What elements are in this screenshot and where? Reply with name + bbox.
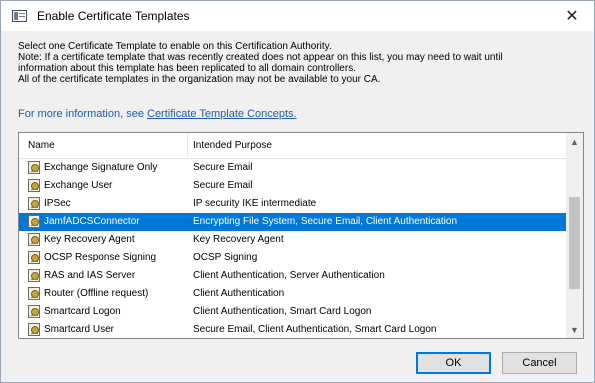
enable-certificate-templates-dialog: Enable Certificate Templates ✕ Select on… xyxy=(0,0,595,383)
certificate-icon xyxy=(28,215,40,228)
more-info: For more information, see Certificate Te… xyxy=(18,108,297,120)
template-intended-purpose: Client Authentication xyxy=(193,288,285,299)
template-name: OCSP Response Signing xyxy=(44,252,157,263)
column-header-intended-purpose[interactable]: Intended Purpose xyxy=(193,140,272,151)
title-bar: Enable Certificate Templates ✕ xyxy=(1,1,594,31)
certificate-template-list[interactable]: Name Intended Purpose Exchange Signature… xyxy=(18,132,584,339)
table-row[interactable]: OCSP Response Signing OCSP Signing xyxy=(19,249,566,267)
template-name: Exchange Signature Only xyxy=(44,162,158,173)
template-intended-purpose: OCSP Signing xyxy=(193,252,258,263)
template-name: JamfADCSConnector xyxy=(44,216,140,227)
certificate-template-concepts-link[interactable]: Certificate Template Concepts. xyxy=(147,108,297,120)
template-intended-purpose: Key Recovery Agent xyxy=(193,234,284,245)
instruction-line: Note: If a certificate template that was… xyxy=(18,52,503,63)
certificate-icon xyxy=(28,197,40,210)
template-intended-purpose: Client Authentication, Smart Card Logon xyxy=(193,306,372,317)
window-icon xyxy=(12,10,27,22)
instruction-line: Select one Certificate Template to enabl… xyxy=(18,41,332,52)
template-name: Smartcard Logon xyxy=(44,306,121,317)
template-name: Key Recovery Agent xyxy=(44,234,135,245)
table-row[interactable]: IPSec IP security IKE intermediate xyxy=(19,195,566,213)
cancel-button[interactable]: Cancel xyxy=(502,352,577,374)
table-row[interactable]: Key Recovery Agent Key Recovery Agent xyxy=(19,231,566,249)
certificate-icon xyxy=(28,161,40,174)
window-title: Enable Certificate Templates xyxy=(37,9,190,23)
template-name: Smartcard User xyxy=(44,324,115,335)
table-row[interactable]: Router (Offline request) Client Authentic… xyxy=(19,285,566,303)
instruction-line: information about this template has been… xyxy=(18,63,356,74)
template-name: Router (Offline request) xyxy=(44,288,149,299)
certificate-icon xyxy=(28,287,40,300)
more-info-prefix: For more information, see xyxy=(18,108,147,120)
instruction-line: All of the certificate templates in the … xyxy=(18,74,381,85)
column-header-name[interactable]: Name xyxy=(28,140,55,151)
table-row[interactable]: RAS and IAS Server Client Authentication,… xyxy=(19,267,566,285)
ok-button[interactable]: OK xyxy=(416,352,491,374)
template-name: IPSec xyxy=(44,198,71,209)
close-icon[interactable]: ✕ xyxy=(550,1,594,31)
certificate-icon xyxy=(28,233,40,246)
list-header: Name Intended Purpose xyxy=(19,133,566,159)
scroll-down-icon[interactable]: ▼ xyxy=(566,321,583,338)
template-name: Exchange User xyxy=(44,180,113,191)
vertical-scrollbar[interactable]: ▲ ▼ xyxy=(566,133,583,338)
certificate-icon xyxy=(28,251,40,264)
table-row[interactable]: Smartcard Logon Client Authentication, Sm… xyxy=(19,303,566,321)
certificate-icon xyxy=(28,323,40,336)
table-row[interactable]: Exchange Signature Only Secure Email xyxy=(19,159,566,177)
template-intended-purpose: Encrypting File System, Secure Email, Cl… xyxy=(193,216,458,227)
scrollbar-thumb[interactable] xyxy=(569,197,580,289)
template-intended-purpose: Secure Email xyxy=(193,162,253,173)
list-rows: Exchange Signature Only Secure Email Excha… xyxy=(19,159,566,338)
column-divider[interactable] xyxy=(187,133,188,157)
table-row[interactable]: JamfADCSConnector Encrypting File System,… xyxy=(19,213,566,231)
certificate-icon xyxy=(28,179,40,192)
table-row[interactable]: Smartcard User Secure Email, Client Authe… xyxy=(19,321,566,338)
template-name: RAS and IAS Server xyxy=(44,270,136,281)
certificate-icon xyxy=(28,305,40,318)
template-intended-purpose: Secure Email, Client Authentication, Sma… xyxy=(193,324,437,335)
instructions: Select one Certificate Template to enabl… xyxy=(18,41,583,85)
scroll-up-icon[interactable]: ▲ xyxy=(566,133,583,150)
template-intended-purpose: Client Authentication, Server Authentica… xyxy=(193,270,385,281)
template-intended-purpose: IP security IKE intermediate xyxy=(193,198,317,209)
table-row[interactable]: Exchange User Secure Email xyxy=(19,177,566,195)
template-intended-purpose: Secure Email xyxy=(193,180,253,191)
certificate-icon xyxy=(28,269,40,282)
